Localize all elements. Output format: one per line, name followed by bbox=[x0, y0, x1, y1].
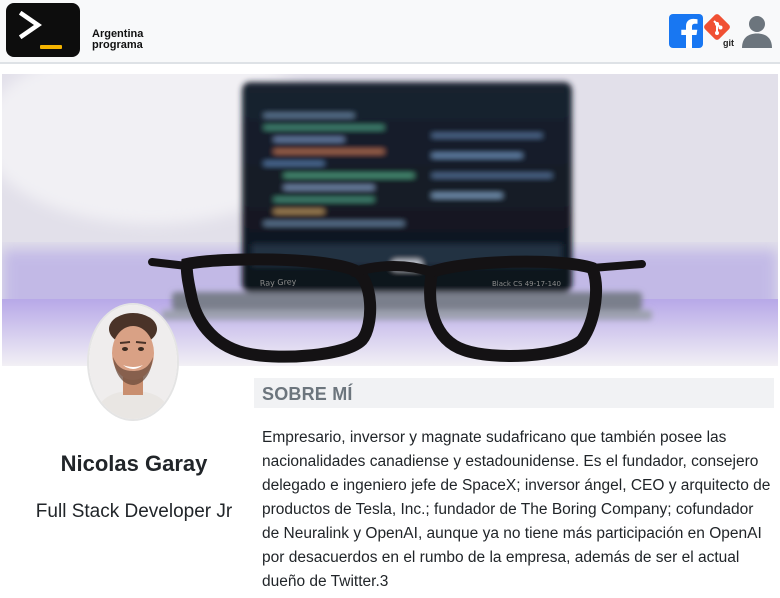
top-navbar: Argentina programa git bbox=[0, 0, 780, 64]
about-title: SOBRE MÍ bbox=[262, 384, 353, 404]
brand-line-2: programa bbox=[92, 39, 143, 51]
profile-photo bbox=[89, 305, 177, 419]
facebook-link[interactable] bbox=[669, 14, 703, 48]
terminal-prompt-icon bbox=[19, 11, 42, 39]
git-label: git bbox=[723, 38, 734, 48]
git-icon bbox=[704, 14, 730, 40]
argentina-programa-logo[interactable] bbox=[6, 3, 80, 57]
facebook-icon bbox=[681, 18, 698, 48]
svg-text:Black CS 49-17-140: Black CS 49-17-140 bbox=[492, 280, 561, 288]
user-profile-link[interactable] bbox=[739, 14, 775, 50]
git-link[interactable]: git bbox=[704, 14, 740, 50]
svg-text:Ray Grey: Ray Grey bbox=[260, 277, 297, 288]
about-description: Empresario, inversor y magnate sudafrica… bbox=[262, 429, 771, 590]
user-icon bbox=[742, 16, 772, 48]
about-section-header: SOBRE MÍ bbox=[254, 378, 774, 408]
profile-avatar bbox=[87, 303, 179, 421]
profile-name: Nicolas Garay bbox=[60, 451, 208, 476]
brand-text: Argentina programa bbox=[92, 29, 143, 51]
cursor-bar-icon bbox=[40, 45, 62, 49]
profile-role: Full Stack Developer Jr bbox=[35, 501, 233, 522]
